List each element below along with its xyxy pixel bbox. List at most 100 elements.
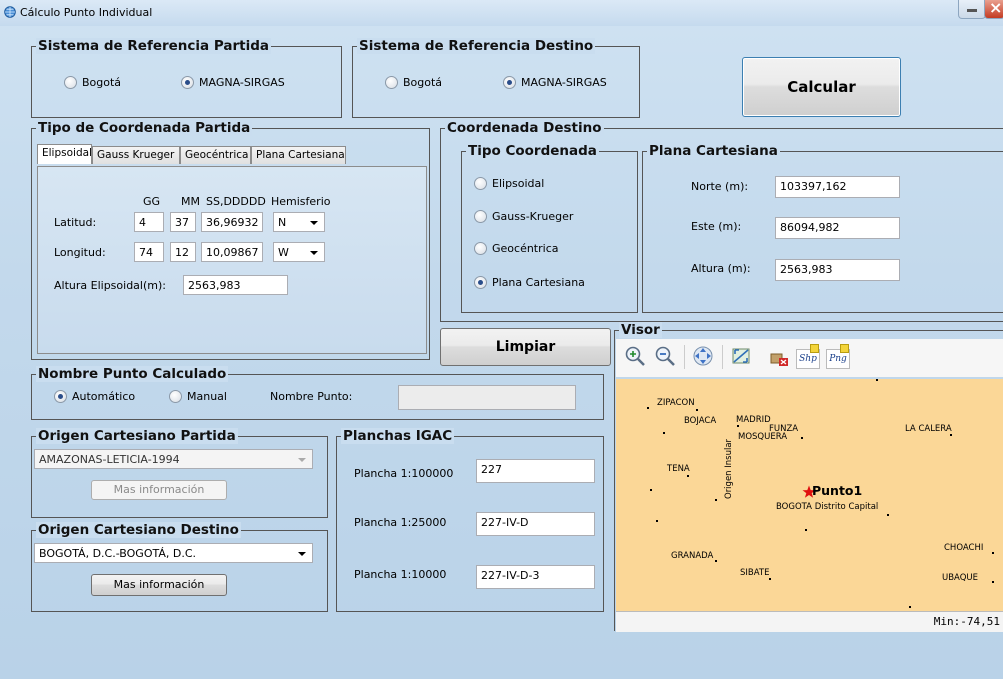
mas-info-label: Mas información (113, 578, 205, 591)
radio-circle[interactable] (474, 209, 487, 223)
longitud-mm-input[interactable]: 12 (170, 242, 196, 262)
radio-label: Automático (72, 389, 136, 403)
shp-badge-icon (810, 344, 819, 353)
app-globe-icon (4, 6, 16, 18)
zoom-in-icon[interactable] (624, 345, 646, 367)
visor-toolbar: Shp Png (616, 339, 1003, 377)
radio-circle[interactable] (474, 176, 487, 190)
tipo-plana-radio[interactable]: Plana Cartesiana (474, 275, 585, 289)
export-shp-label: Shp (799, 354, 817, 364)
radio-circle[interactable] (474, 241, 487, 255)
tipo-geocentrica-radio[interactable]: Geocéntrica (474, 241, 559, 255)
clear-map-icon[interactable] (768, 345, 790, 367)
ref-partida-magna-radio[interactable]: MAGNA-SIRGAS (181, 75, 285, 89)
altura-input[interactable]: 2563,983 (775, 259, 900, 281)
manual-radio[interactable]: Manual (169, 389, 227, 403)
ref-partida-bogota-radio[interactable]: Bogotá (64, 75, 121, 89)
zoom-out-icon[interactable] (654, 345, 676, 367)
pan-icon[interactable] (692, 345, 714, 367)
city-dot (647, 407, 649, 409)
chevron-down-icon (310, 251, 318, 255)
radio-label: Plana Cartesiana (492, 275, 585, 289)
city-label: TENA (667, 464, 690, 474)
tab-gauss-krueger[interactable]: Gauss Krueger (92, 146, 180, 164)
nombre-punto-group: Nombre Punto Calculado Automático Manual… (31, 366, 604, 420)
ref-destino-title: Sistema de Referencia Destino (357, 38, 596, 54)
tipo-partida-group: Tipo de Coordenada Partida Elipsoidal Ga… (31, 120, 430, 360)
radio-circle[interactable] (64, 75, 77, 89)
ref-destino-group: Sistema de Referencia Destino Bogotá MAG… (352, 38, 640, 118)
minimize-button[interactable] (958, 0, 986, 19)
nombre-punto-input[interactable] (398, 385, 576, 410)
calcular-label: Calcular (787, 78, 856, 96)
planchas-group: Planchas IGAC Plancha 1:100000 227 Planc… (336, 428, 604, 612)
longitud-ss-input[interactable]: 10,09867 (201, 242, 263, 262)
latitud-gg-input[interactable]: 4 (134, 212, 164, 232)
close-button[interactable] (984, 0, 1003, 19)
plana-cartesiana-title: Plana Cartesiana (647, 143, 780, 159)
plancha-25000-input[interactable]: 227-IV-D (476, 512, 595, 536)
origen-destino-mas-info-button[interactable]: Mas información (91, 574, 227, 596)
visor-title: Visor (619, 322, 662, 338)
nombre-punto-label: Nombre Punto: (270, 390, 353, 403)
tipo-gauss-radio[interactable]: Gauss-Krueger (474, 209, 573, 223)
origen-destino-group: Origen Cartesiano Destino BOGOTÁ, D.C.-B… (31, 522, 328, 612)
latitud-ss-input[interactable]: 36,96932 (201, 212, 263, 232)
ref-destino-magna-radio[interactable]: MAGNA-SIRGAS (503, 75, 607, 89)
radio-circle[interactable] (181, 75, 194, 89)
longitud-hemisferio-value: W (278, 246, 289, 259)
chevron-down-icon (310, 221, 318, 225)
latitud-label: Latitud: (54, 216, 97, 229)
ref-partida-group: Sistema de Referencia Partida Bogotá MAG… (31, 38, 342, 118)
coord-destino-title: Coordenada Destino (445, 120, 604, 136)
ref-destino-bogota-radio[interactable]: Bogotá (385, 75, 442, 89)
full-extent-icon[interactable] (730, 345, 752, 367)
radio-circle[interactable] (54, 389, 67, 403)
altura-label: Altura (m): (691, 262, 751, 275)
norte-input[interactable]: 103397,162 (775, 176, 900, 198)
longitud-gg-input[interactable]: 74 (134, 242, 164, 262)
altura-elipsoidal-input[interactable]: 2563,983 (183, 275, 288, 295)
plancha-100000-input[interactable]: 227 (476, 459, 595, 483)
tab-geocentrica[interactable]: Geocéntrica (180, 146, 251, 164)
este-input[interactable]: 86094,982 (775, 217, 900, 239)
radio-label: MAGNA-SIRGAS (521, 75, 607, 89)
origen-partida-title: Origen Cartesiano Partida (36, 428, 238, 444)
tab-strip: Elipsoidal Gauss Krueger Geocéntrica Pla… (37, 144, 425, 166)
limpiar-button[interactable]: Limpiar (440, 328, 611, 366)
coord-destino-group: Coordenada Destino Tipo Coordenada Elips… (440, 120, 1003, 322)
latitud-mm-input[interactable]: 37 (170, 212, 196, 232)
tipo-elipsoidal-radio[interactable]: Elipsoidal (474, 176, 544, 190)
tab-plana-cartesiana[interactable]: Plana Cartesiana (251, 146, 346, 164)
calcular-button[interactable]: Calcular (742, 57, 901, 117)
radio-label: Elipsoidal (492, 176, 545, 190)
chevron-down-icon (298, 552, 306, 556)
tipo-partida-title: Tipo de Coordenada Partida (36, 120, 253, 136)
automatico-radio[interactable]: Automático (54, 389, 135, 403)
origen-destino-value: BOGOTÁ, D.C.-BOGOTÁ, D.C. (39, 547, 197, 560)
window-title: Cálculo Punto Individual (20, 6, 153, 19)
tab-elipsoidal[interactable]: Elipsoidal (37, 144, 92, 164)
tipo-coordenada-title: Tipo Coordenada (466, 143, 599, 159)
longitud-hemisferio-select[interactable]: W (273, 242, 325, 262)
radio-circle[interactable] (474, 275, 487, 289)
plancha-10000-input[interactable]: 227-IV-D-3 (476, 565, 595, 589)
city-dot (992, 581, 994, 583)
radio-label: Bogotá (403, 75, 443, 89)
latitud-hemisferio-select[interactable]: N (273, 212, 325, 232)
png-badge-icon (840, 344, 849, 353)
radio-circle[interactable] (385, 75, 398, 89)
radio-circle[interactable] (169, 389, 182, 403)
origen-partida-select[interactable]: AMAZONAS-LETICIA-1994 (34, 449, 313, 469)
radio-circle[interactable] (503, 75, 516, 89)
city-dot (950, 434, 952, 436)
radio-label: Gauss-Krueger (492, 209, 574, 223)
latitud-hemisferio-value: N (278, 216, 287, 229)
origen-destino-title: Origen Cartesiano Destino (36, 522, 241, 538)
city-dot (737, 425, 739, 427)
origen-destino-select[interactable]: BOGOTÁ, D.C.-BOGOTÁ, D.C. (34, 543, 313, 563)
origen-partida-mas-info-button[interactable]: Mas información (91, 480, 227, 500)
city-dot (769, 578, 771, 580)
map-canvas[interactable]: ZIPACON BOJACA MADRID FUNZA MOSQUERA LA … (616, 379, 1003, 611)
este-label: Este (m): (691, 220, 742, 233)
